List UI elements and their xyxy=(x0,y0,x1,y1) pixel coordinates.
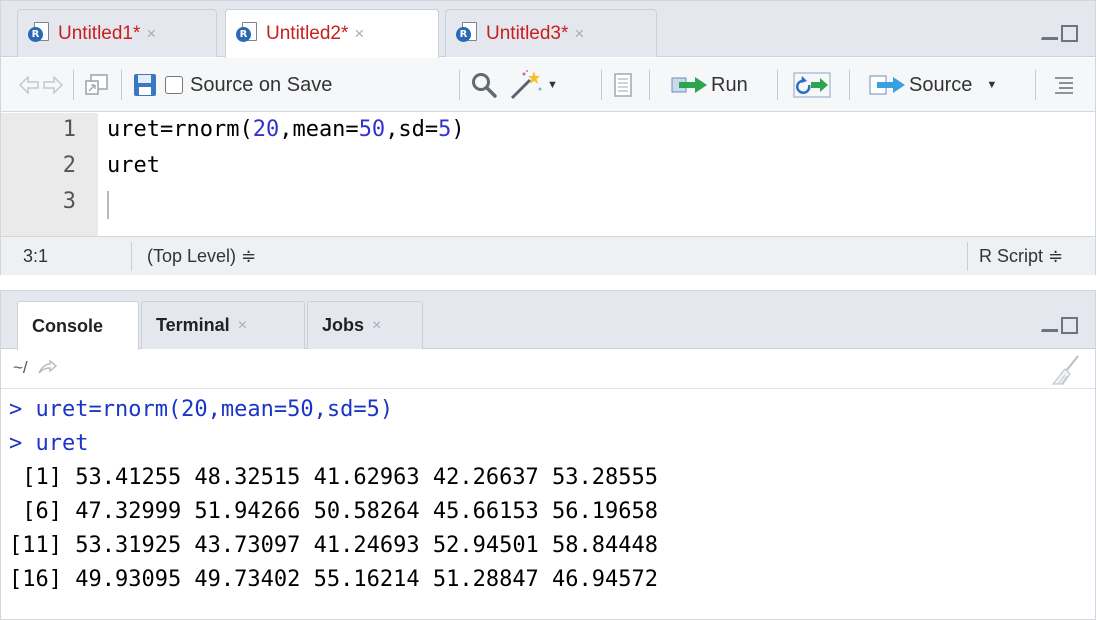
console-tab-bar: Console Terminal × Jobs × xyxy=(1,291,1095,350)
rerun-icon xyxy=(793,72,831,98)
line-number: 2 xyxy=(62,153,76,178)
r-document-icon: R xyxy=(236,22,258,46)
cursor-position: 3:1 xyxy=(23,246,49,266)
code-tools-button[interactable]: ▼ xyxy=(509,58,558,112)
close-icon[interactable]: × xyxy=(238,317,247,335)
editor-toolbar: Source on Save ▼ Run Source ▼ xyxy=(1,58,1095,112)
search-icon xyxy=(472,73,497,98)
document-outline-button[interactable] xyxy=(1053,58,1075,112)
show-in-window-icon xyxy=(85,74,108,95)
tab-untitled3[interactable]: R Untitled3* × xyxy=(445,9,657,57)
code-editor[interactable]: 1 2 3 uret=rnorm(20,mean=50,sd=5) uret xyxy=(1,113,1095,236)
file-type-selector[interactable]: R Script ≑ xyxy=(979,237,1063,276)
tab-jobs[interactable]: Jobs × xyxy=(307,301,423,349)
tab-label: Untitled2* xyxy=(266,23,349,44)
compile-report-button[interactable] xyxy=(614,58,632,112)
close-icon[interactable]: × xyxy=(146,24,156,44)
code-line: uret xyxy=(107,153,160,178)
run-arrow-icon xyxy=(671,77,707,93)
source-on-save-label: Source on Save xyxy=(190,73,333,96)
console-pane: Console Terminal × Jobs × ~/ > uret=rnor… xyxy=(0,290,1096,620)
console-line: > uret=rnorm(20,mean=50,sd=5) xyxy=(9,397,394,422)
maximize-icon[interactable] xyxy=(1061,25,1078,42)
minimize-icon[interactable] xyxy=(1041,319,1058,332)
source-dropdown-caret[interactable]: ▼ xyxy=(986,79,997,91)
scope-selector[interactable]: (Top Level) ≑ xyxy=(147,237,256,276)
code-line: uret=rnorm(20,mean=50,sd=5) xyxy=(107,117,465,142)
tab-untitled2[interactable]: R Untitled2* × xyxy=(225,9,439,58)
magic-wand-icon xyxy=(510,70,542,100)
forward-button[interactable] xyxy=(43,58,63,112)
console-line: [6] 47.32999 51.94266 50.58264 45.66153 … xyxy=(9,499,659,524)
pane-window-controls xyxy=(1041,25,1078,42)
r-document-icon: R xyxy=(456,21,478,46)
editor-tab-bar: R Untitled1* × R Untitled2* × R Untitled… xyxy=(1,1,1095,58)
run-label: Run xyxy=(711,73,748,96)
tab-untitled1[interactable]: R Untitled1* × xyxy=(17,9,217,57)
console-working-dir-bar: ~/ xyxy=(1,350,1095,389)
minimize-icon[interactable] xyxy=(1041,27,1058,40)
tab-label: Untitled3* xyxy=(486,22,569,44)
tab-console[interactable]: Console xyxy=(17,301,139,350)
line-number: 3 xyxy=(62,189,76,214)
source-on-save-checkbox[interactable] xyxy=(165,76,183,94)
tab-label: Untitled1* xyxy=(58,22,141,44)
console-line: [1] 53.41255 48.32515 41.62963 42.26637 … xyxy=(9,465,659,490)
line-number: 1 xyxy=(62,117,76,142)
show-in-new-window-button[interactable] xyxy=(85,58,109,112)
pane-window-controls xyxy=(1041,317,1078,334)
console-line: [11] 53.31925 43.73097 41.24693 52.94501… xyxy=(9,533,659,558)
tab-label: Jobs xyxy=(322,315,365,335)
console-line: [16] 49.93095 49.73402 55.16214 51.28847… xyxy=(9,567,659,592)
find-replace-button[interactable] xyxy=(471,58,497,112)
broom-icon[interactable] xyxy=(1051,354,1081,386)
compile-report-icon xyxy=(614,73,632,97)
tab-terminal[interactable]: Terminal × xyxy=(141,301,305,349)
text-cursor xyxy=(107,191,109,219)
tab-label: Terminal xyxy=(156,315,230,335)
save-button[interactable] xyxy=(133,58,157,112)
tab-label: Console xyxy=(32,315,104,336)
outline-icon xyxy=(1055,77,1073,94)
rerun-button[interactable] xyxy=(793,58,831,112)
source-label: Source xyxy=(909,73,973,96)
working-directory: ~/ xyxy=(13,358,28,377)
source-editor-pane: R Untitled1* × R Untitled2* × R Untitled… xyxy=(0,0,1096,275)
editor-status-bar: 3:1 (Top Level) ≑ R Script ≑ xyxy=(1,236,1095,275)
folder-arrow-icon[interactable] xyxy=(37,360,57,376)
console-line: > uret xyxy=(9,431,89,456)
source-arrow-icon xyxy=(869,75,905,95)
close-icon[interactable]: × xyxy=(574,24,584,44)
close-icon[interactable]: × xyxy=(354,24,364,44)
line-number-gutter: 1 2 3 xyxy=(1,113,98,236)
close-icon[interactable]: × xyxy=(372,317,381,335)
maximize-icon[interactable] xyxy=(1061,317,1078,334)
save-icon xyxy=(134,74,156,96)
forward-arrow-icon xyxy=(43,76,63,94)
r-document-icon: R xyxy=(28,21,50,46)
back-button[interactable] xyxy=(19,58,39,112)
back-arrow-icon xyxy=(19,76,39,94)
source-button[interactable]: Source ▼ xyxy=(869,58,997,112)
run-button[interactable]: Run xyxy=(671,58,748,112)
source-on-save-toggle[interactable]: Source on Save xyxy=(165,58,332,112)
